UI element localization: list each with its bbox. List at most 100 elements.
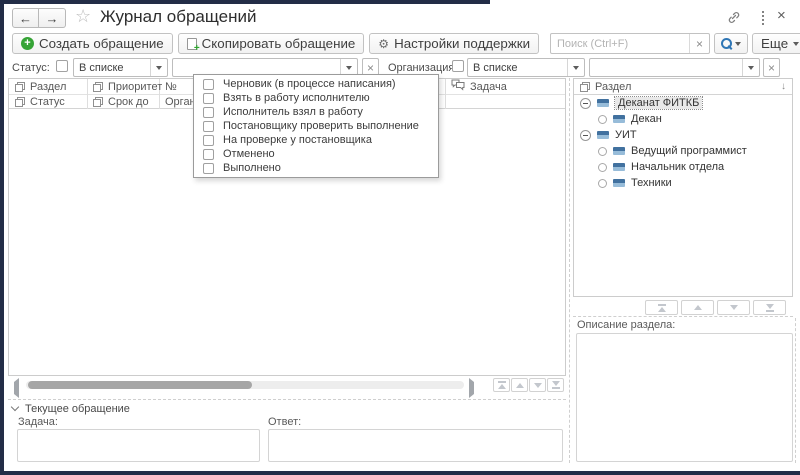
back-button[interactable]: ← — [12, 8, 39, 28]
grid-column-icon — [15, 97, 25, 107]
status-option-4[interactable]: Постановщику проверить выполнение — [194, 119, 438, 133]
checkbox[interactable] — [203, 135, 214, 146]
move-up-button[interactable] — [511, 378, 528, 392]
create-request-button[interactable]: + Создать обращение — [12, 33, 173, 54]
checkbox[interactable] — [203, 121, 214, 132]
tree-move-down-button[interactable] — [717, 300, 750, 315]
section-group-icon — [597, 131, 609, 139]
search-clear-icon[interactable]: × — [689, 34, 709, 53]
org-clear-button[interactable]: × — [763, 58, 780, 77]
task-field-label: Задача: — [18, 416, 58, 428]
answer-textarea[interactable] — [268, 429, 563, 462]
section-description-textarea[interactable] — [576, 333, 793, 462]
tree-item-label: Начальник отдела — [631, 161, 724, 173]
tree-header[interactable]: Раздел ↓ — [574, 79, 792, 95]
search-icon — [721, 38, 731, 50]
status-option-7[interactable]: Выполнено — [194, 161, 438, 175]
current-request-group-label[interactable]: Текущее обращение — [25, 403, 130, 415]
status-option-1[interactable]: Черновик (в процессе написания) — [194, 77, 438, 91]
search-box: × — [550, 33, 710, 54]
grid-column-icon — [15, 82, 25, 92]
collapse-node-icon[interactable] — [580, 98, 591, 109]
status-option-5[interactable]: На проверке у постановщика — [194, 133, 438, 147]
status-option-6[interactable]: Отменено — [194, 147, 438, 161]
column-header-srok-do[interactable]: Срок до — [93, 94, 149, 109]
org-mode-combo[interactable]: В списке — [467, 58, 585, 77]
vertical-splitter[interactable] — [569, 78, 570, 463]
move-bottom-button[interactable] — [547, 378, 564, 392]
leaf-node-icon[interactable] — [598, 163, 607, 172]
tree-move-up-button[interactable] — [681, 300, 714, 315]
status-filter-checkbox[interactable] — [56, 60, 68, 72]
status-filter-label: Статус: — [12, 62, 50, 74]
support-settings-button[interactable]: ⚙ Настройки поддержки — [369, 33, 539, 54]
combo-arrow[interactable] — [567, 59, 584, 76]
window-frame-bottom — [0, 471, 800, 475]
forward-button[interactable]: → — [39, 8, 66, 28]
section-description-label: Описание раздела: — [577, 319, 675, 331]
tree-header-label: Раздел — [595, 81, 631, 93]
checkbox[interactable] — [203, 149, 214, 160]
scroll-left-icon[interactable] — [14, 382, 20, 390]
column-header-status[interactable]: Статус — [15, 94, 65, 109]
tree-item-dekan[interactable]: Декан — [574, 111, 792, 127]
forward-icon: → — [46, 11, 59, 26]
more-button[interactable]: Еще — [752, 33, 800, 54]
column-header-razdel[interactable]: Раздел — [15, 79, 66, 94]
move-down-button[interactable] — [529, 378, 546, 392]
window-menu-icon[interactable] — [762, 11, 764, 25]
chevron-down-icon — [793, 42, 799, 46]
tree-move-top-button[interactable] — [645, 300, 678, 315]
sections-tree[interactable]: Раздел ↓ Деканат ФИТКБ Декан УИТ Ведущий… — [573, 78, 793, 297]
search-input[interactable] — [551, 34, 689, 53]
close-icon[interactable]: × — [777, 7, 786, 24]
command-bar: + Создать обращение + Скопировать обраще… — [12, 33, 539, 54]
search-menu-button[interactable] — [714, 33, 748, 54]
status-option-3[interactable]: Исполнитель взял в работу — [194, 105, 438, 119]
tree-item-label: Ведущий программист — [631, 145, 747, 157]
tree-item-vedushchiy-programmist[interactable]: Ведущий программист — [574, 143, 792, 159]
status-option-2[interactable]: Взять в работу исполнителю — [194, 91, 438, 105]
more-label: Еще — [761, 36, 788, 51]
create-request-label: Создать обращение — [39, 36, 164, 51]
copy-request-label: Скопировать обращение — [202, 36, 356, 51]
move-top-button[interactable] — [493, 378, 510, 392]
collapse-node-icon[interactable] — [580, 130, 591, 141]
column-header-prioritet[interactable]: Приоритет — [93, 79, 162, 94]
leaf-node-icon[interactable] — [598, 179, 607, 188]
column-header-task[interactable]: Задача — [451, 79, 507, 94]
scroll-right-icon[interactable] — [469, 382, 475, 390]
horizontal-splitter[interactable] — [8, 399, 566, 400]
favorite-star-icon[interactable]: ☆ — [75, 6, 91, 26]
combo-arrow[interactable] — [150, 59, 167, 76]
tree-item-nachalnik-otdela[interactable]: Начальник отдела — [574, 159, 792, 175]
section-group-icon — [613, 179, 625, 187]
org-filter-checkbox[interactable] — [452, 60, 464, 72]
column-divider — [87, 79, 88, 109]
checkbox[interactable] — [203, 163, 214, 174]
tree-item-dekanat-fitkb[interactable]: Деканат ФИТКБ — [574, 95, 792, 111]
chevron-down-icon[interactable] — [11, 403, 19, 411]
section-group-icon — [613, 163, 625, 171]
leaf-node-icon[interactable] — [598, 147, 607, 156]
scrollbar-thumb[interactable] — [28, 381, 252, 389]
status-dropdown: Черновик (в процессе написания) Взять в … — [193, 74, 439, 178]
tree-move-bottom-button[interactable] — [753, 300, 786, 315]
column-header-number[interactable]: № — [165, 79, 177, 94]
task-textarea[interactable] — [17, 429, 260, 462]
copy-request-button[interactable]: + Скопировать обращение — [178, 33, 365, 54]
tree-item-tekhniki[interactable]: Техники — [574, 175, 792, 191]
checkbox[interactable] — [203, 79, 214, 90]
tree-item-uit[interactable]: УИТ — [574, 127, 792, 143]
checkbox[interactable] — [203, 93, 214, 104]
horizontal-scrollbar[interactable] — [26, 381, 464, 389]
tree-item-label: УИТ — [615, 129, 637, 141]
get-link-icon[interactable] — [727, 11, 741, 27]
checkbox[interactable] — [203, 107, 214, 118]
status-mode-combo[interactable]: В списке — [73, 58, 168, 77]
combo-arrow[interactable] — [742, 59, 759, 76]
history-nav: ← → — [12, 8, 66, 28]
tree-item-label: Декан — [631, 113, 662, 125]
org-values-combo[interactable] — [589, 58, 760, 77]
leaf-node-icon[interactable] — [598, 115, 607, 124]
